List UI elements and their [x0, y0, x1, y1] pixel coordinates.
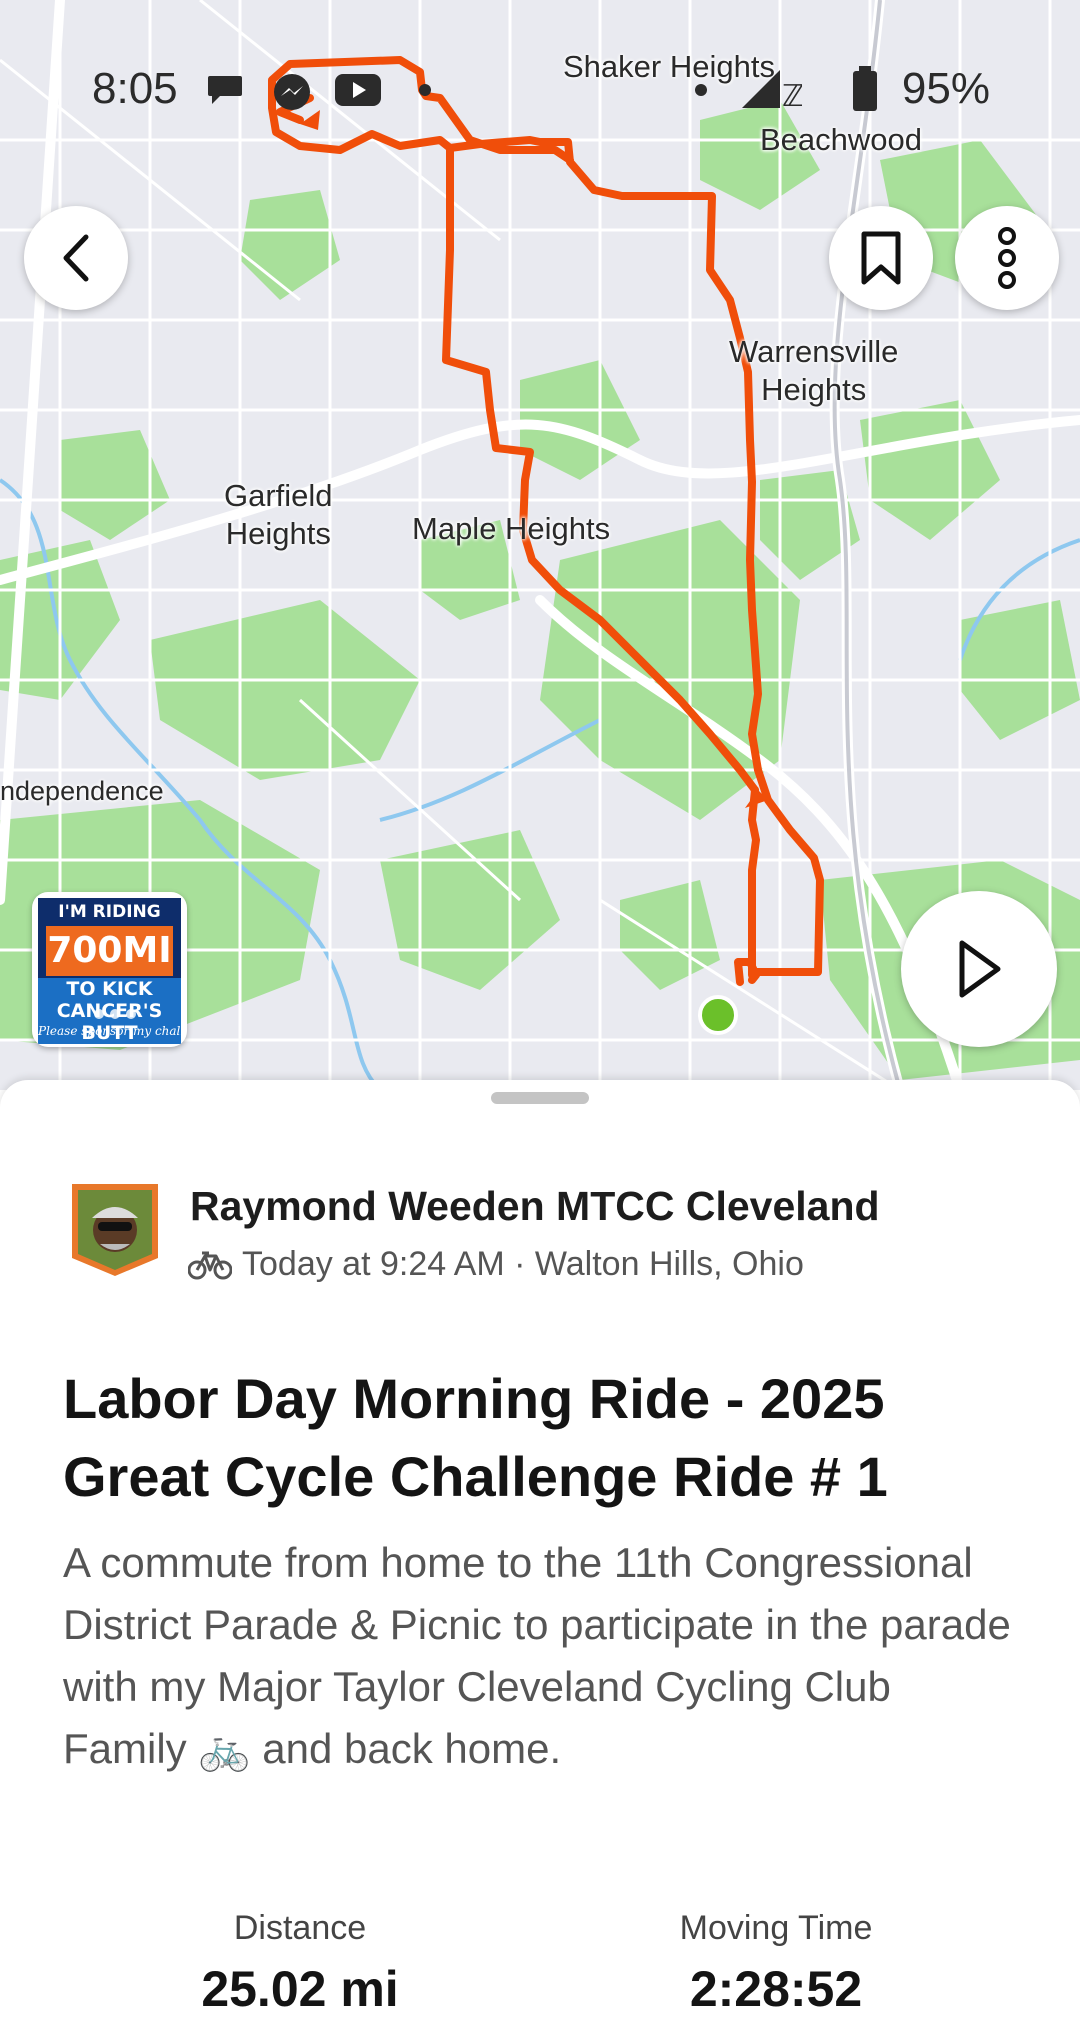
sheet-drag-handle[interactable] [491, 1092, 589, 1104]
stat-distance: Distance 25.02 mi [150, 1909, 450, 2018]
activity-meta: Today at 9:24 AM · Walton Hills, Ohio [188, 1245, 804, 1284]
athlete-name[interactable]: Raymond Weeden MTCC Cleveland [190, 1183, 880, 1230]
chevron-left-icon [63, 234, 89, 282]
badge-line2: 700MI [46, 926, 173, 976]
badge-line3: TO KICK [38, 978, 181, 1000]
activity-datetime-location: Today at 9:24 AM · Walton Hills, Ohio [242, 1245, 804, 1283]
play-icon [959, 940, 1001, 998]
battery-percent: 95% [901, 64, 990, 113]
badge-line5: Please sponsor my challenge [38, 1024, 181, 1038]
map-label-independence: ndependence [0, 776, 164, 806]
bookmark-icon [861, 231, 901, 285]
battery-icon [853, 66, 877, 111]
bookmark-button[interactable] [829, 206, 933, 310]
more-options-button[interactable] [955, 206, 1059, 310]
activity-description: A commute from home to the 11th Congress… [63, 1539, 1011, 1772]
more-vertical-icon [998, 227, 1016, 289]
badge-line1: I'M RIDING [58, 902, 161, 922]
map-label-garfield: Garfield Heights [224, 478, 333, 551]
carousel-dots [94, 1006, 142, 1024]
youtube-icon [335, 74, 381, 106]
avatar[interactable] [70, 1182, 160, 1278]
messenger-icon [274, 74, 310, 110]
status-time: 8:05 [92, 64, 178, 113]
svg-text:ℤ!: ℤ! [782, 80, 802, 110]
map-label-maple: Maple Heights [412, 511, 611, 546]
map-label-warrensville: Warrensville Heights [729, 334, 899, 407]
chat-bubble-icon [208, 76, 242, 104]
stat-label: Moving Time [679, 1909, 873, 1947]
back-button[interactable] [24, 206, 128, 310]
challenge-badge-thumbnail[interactable]: I'M RIDING 700MI TO KICK CANCER'S BUTT P… [32, 892, 187, 1047]
status-bar: 8:05 ℤ! 95% [0, 60, 1080, 120]
stat-label: Distance [233, 1909, 367, 1947]
stat-moving-time: Moving Time 2:28:52 [626, 1909, 926, 2018]
bike-icon [188, 1251, 232, 1279]
play-flyover-button[interactable] [901, 891, 1057, 1047]
dot-icon [695, 84, 707, 96]
map-label-beachwood: Beachwood [760, 122, 923, 157]
signal-icon: ℤ! [742, 70, 802, 110]
start-marker [698, 995, 738, 1035]
stat-value: 25.02 mi [201, 1961, 399, 2017]
challenge-badge-image: I'M RIDING 700MI TO KICK CANCER'S BUTT P… [38, 898, 181, 1044]
activity-title: Labor Day Morning Ride - 2025 Great Cycl… [63, 1367, 888, 1508]
dot-icon [419, 84, 431, 96]
stat-value: 2:28:52 [689, 1961, 863, 2017]
